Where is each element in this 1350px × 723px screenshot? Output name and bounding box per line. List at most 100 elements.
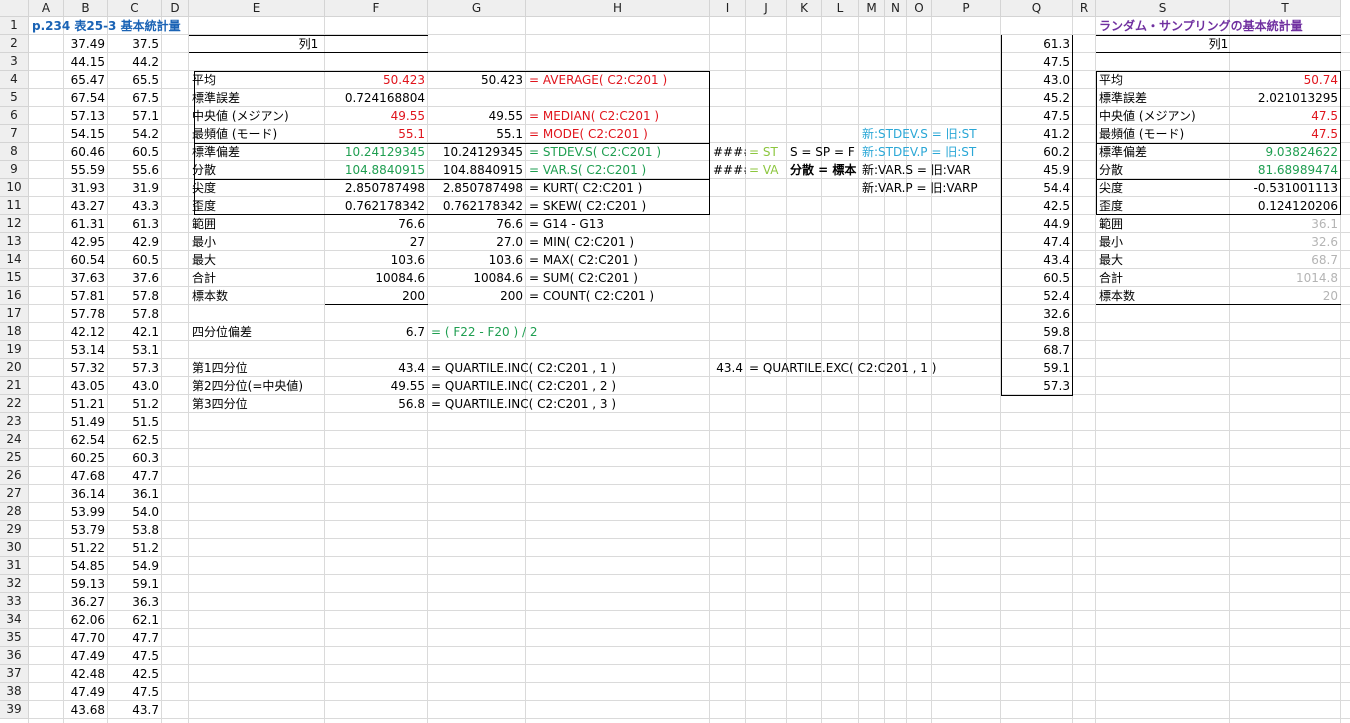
- row-header-16[interactable]: 16: [0, 287, 29, 305]
- data-cell-c[interactable]: 54.9: [108, 557, 162, 575]
- stats-value[interactable]: 0.762178342: [325, 197, 428, 215]
- formula-text[interactable]: = COUNT( C2:C201 ): [526, 287, 710, 305]
- random-sampling-title[interactable]: ランダム・サンプリングの基本統計量: [1096, 17, 1341, 35]
- formula-text[interactable]: = MEDIAN( C2:C201 ): [526, 107, 710, 125]
- iqr-value[interactable]: 6.7: [325, 323, 428, 341]
- data-cell-c[interactable]: 47.7: [108, 629, 162, 647]
- column-header-d[interactable]: D: [162, 0, 189, 17]
- data-cell-c[interactable]: 67.5: [108, 89, 162, 107]
- stats-value[interactable]: 49.55: [325, 107, 428, 125]
- stats-label[interactable]: 平均: [189, 71, 325, 89]
- data-cell-b[interactable]: 47.68: [64, 467, 108, 485]
- row-header-8[interactable]: 8: [0, 143, 29, 161]
- row-header-37[interactable]: 37: [0, 665, 29, 683]
- column-header-q[interactable]: Q: [1001, 0, 1073, 17]
- data-cell-b[interactable]: 57.81: [64, 287, 108, 305]
- sample-cell-q[interactable]: 41.2: [1001, 125, 1073, 143]
- row-header-6[interactable]: 6: [0, 107, 29, 125]
- data-cell-b[interactable]: 54.85: [64, 557, 108, 575]
- data-cell-b[interactable]: 51.21: [64, 395, 108, 413]
- row-header-38[interactable]: 38: [0, 683, 29, 701]
- calc-value[interactable]: 49.55: [428, 107, 526, 125]
- data-cell-c[interactable]: 42.9: [108, 233, 162, 251]
- row-header-33[interactable]: 33: [0, 593, 29, 611]
- data-cell-c[interactable]: 47.5: [108, 683, 162, 701]
- rs-label[interactable]: 平均: [1096, 71, 1230, 89]
- column-header-e[interactable]: E: [189, 0, 325, 17]
- rs-label[interactable]: 分散: [1096, 161, 1230, 179]
- data-cell-b[interactable]: 51.49: [64, 413, 108, 431]
- rs-value[interactable]: 36.1: [1230, 215, 1341, 233]
- data-cell-c[interactable]: 47.7: [108, 467, 162, 485]
- data-cell-b[interactable]: 31.93: [64, 179, 108, 197]
- data-cell-b[interactable]: 59.13: [64, 575, 108, 593]
- rs-label[interactable]: 合計: [1096, 269, 1230, 287]
- row-header-9[interactable]: 9: [0, 161, 29, 179]
- row-header-10[interactable]: 10: [0, 179, 29, 197]
- data-cell-c[interactable]: 62.1: [108, 611, 162, 629]
- calc-value[interactable]: 50.423: [428, 71, 526, 89]
- data-cell-b[interactable]: 61.31: [64, 215, 108, 233]
- calc-value[interactable]: 10084.6: [428, 269, 526, 287]
- rs-label[interactable]: 範囲: [1096, 215, 1230, 233]
- note-var-p[interactable]: 新:VAR.P = 旧:VARP: [859, 179, 1001, 197]
- data-cell-c[interactable]: 43.0: [108, 377, 162, 395]
- formula-text[interactable]: = AVERAGE( C2:C201 ): [526, 71, 710, 89]
- data-cell-c[interactable]: 42.1: [108, 323, 162, 341]
- column-header-c[interactable]: C: [108, 0, 162, 17]
- rs-value[interactable]: 47.5: [1230, 125, 1341, 143]
- sample-cell-q[interactable]: 42.5: [1001, 197, 1073, 215]
- formula-text[interactable]: = SKEW( C2:C201 ): [526, 197, 710, 215]
- data-cell-c[interactable]: 57.1: [108, 107, 162, 125]
- row-header-5[interactable]: 5: [0, 89, 29, 107]
- row-header-13[interactable]: 13: [0, 233, 29, 251]
- data-cell-b[interactable]: 60.54: [64, 251, 108, 269]
- column-header-b[interactable]: B: [64, 0, 108, 17]
- calc-value[interactable]: 2.850787498: [428, 179, 526, 197]
- data-cell-c[interactable]: 37.6: [108, 269, 162, 287]
- column-header-t[interactable]: T: [1230, 0, 1341, 17]
- column-header-k[interactable]: K: [787, 0, 822, 17]
- column-header-m[interactable]: M: [859, 0, 885, 17]
- sample-cell-q[interactable]: 47.5: [1001, 53, 1073, 71]
- sample-cell-q[interactable]: 60.5: [1001, 269, 1073, 287]
- quartile-value[interactable]: 43.4: [325, 359, 428, 377]
- rs-value[interactable]: 47.5: [1230, 107, 1341, 125]
- quartile-label[interactable]: 第1四分位: [189, 359, 325, 377]
- quartile-label[interactable]: 第2四分位(=中央値): [189, 377, 325, 395]
- quartile-value[interactable]: 49.55: [325, 377, 428, 395]
- column-header-i[interactable]: I: [710, 0, 746, 17]
- quartile-label[interactable]: 第3四分位: [189, 395, 325, 413]
- formula-text[interactable]: = SUM( C2:C201 ): [526, 269, 710, 287]
- stats-header[interactable]: 列1: [189, 35, 428, 53]
- calc-value[interactable]: 200: [428, 287, 526, 305]
- calc-value[interactable]: 76.6: [428, 215, 526, 233]
- data-cell-c[interactable]: 51.5: [108, 413, 162, 431]
- rs-value[interactable]: 2.021013295: [1230, 89, 1341, 107]
- iqr-formula[interactable]: = ( F22 - F20 ) / 2: [428, 323, 537, 341]
- stats-label[interactable]: 標本数: [189, 287, 325, 305]
- data-cell-c[interactable]: 47.5: [108, 647, 162, 665]
- data-cell-c[interactable]: 53.8: [108, 521, 162, 539]
- data-cell-c[interactable]: 44.2: [108, 53, 162, 71]
- data-cell-b[interactable]: 36.27: [64, 593, 108, 611]
- column-header-f[interactable]: F: [325, 0, 428, 17]
- data-cell-b[interactable]: 37.63: [64, 269, 108, 287]
- stats-value[interactable]: 76.6: [325, 215, 428, 233]
- rs-value[interactable]: 32.6: [1230, 233, 1341, 251]
- data-cell-b[interactable]: 51.22: [64, 539, 108, 557]
- row-header-4[interactable]: 4: [0, 71, 29, 89]
- quartile-value[interactable]: 56.8: [325, 395, 428, 413]
- row-header-31[interactable]: 31: [0, 557, 29, 575]
- row-header-28[interactable]: 28: [0, 503, 29, 521]
- formula-text[interactable]: = STDEV.S( C2:C201 ): [526, 143, 710, 161]
- data-cell-c[interactable]: 51.2: [108, 539, 162, 557]
- data-cell-b[interactable]: 47.49: [64, 647, 108, 665]
- data-cell-c[interactable]: 60.5: [108, 143, 162, 161]
- rs-label[interactable]: 最小: [1096, 233, 1230, 251]
- rs-label[interactable]: 標準誤差: [1096, 89, 1230, 107]
- quartile-exc-formula[interactable]: = QUARTILE.EXC( C2:C201 , 1 ): [746, 359, 936, 377]
- cell-j8[interactable]: = ST: [746, 143, 787, 161]
- sample-cell-q[interactable]: 47.4: [1001, 233, 1073, 251]
- row-header-12[interactable]: 12: [0, 215, 29, 233]
